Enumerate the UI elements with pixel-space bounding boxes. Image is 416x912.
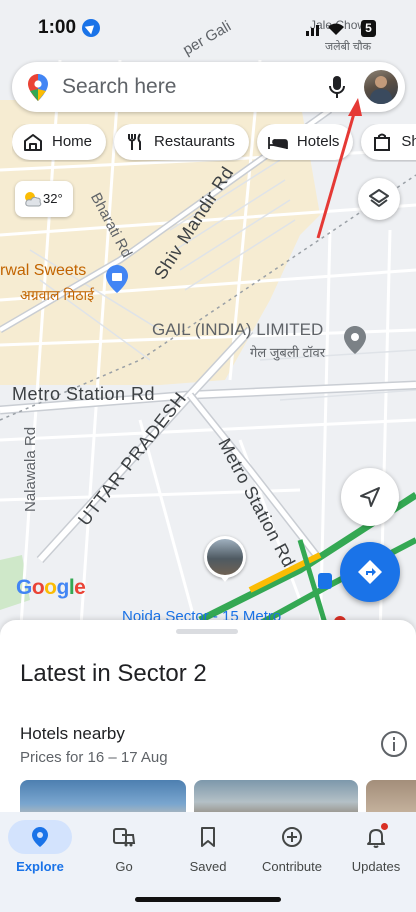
chip-hotels[interactable]: Hotels (256, 124, 354, 160)
home-indicator (135, 897, 281, 902)
google-maps-pin-icon (28, 74, 48, 101)
signal-wifi-icon (306, 23, 344, 36)
nav-saved[interactable]: Saved (168, 820, 248, 880)
account-avatar[interactable] (364, 70, 398, 104)
nav-explore[interactable]: Explore (0, 820, 80, 880)
nav-label: Explore (16, 859, 64, 874)
map-label-gail[interactable]: GAIL (INDIA) LIMITED (152, 320, 323, 340)
google-logo: Google (16, 576, 86, 599)
explore-pin-icon (32, 827, 48, 847)
home-icon (24, 134, 42, 151)
location-services-icon (82, 19, 100, 37)
nav-label: Saved (189, 859, 227, 874)
microphone-icon[interactable] (328, 75, 346, 99)
chip-home[interactable]: Home (12, 124, 107, 160)
weather-chip[interactable]: 32° (15, 181, 73, 217)
map-label-sweets-hindi: अग्रवाल मिठाई (20, 287, 95, 303)
commute-icon (113, 828, 136, 847)
weather-temp: 32° (43, 191, 63, 206)
layers-button[interactable] (358, 178, 400, 220)
partly-cloudy-icon (25, 192, 42, 207)
search-bar[interactable]: Search here (12, 62, 405, 112)
status-time: 1:00 (38, 17, 77, 38)
chip-restaurants[interactable]: Restaurants (114, 124, 249, 160)
info-icon[interactable] (381, 731, 407, 757)
nav-contribute-icon-wrap (260, 820, 324, 854)
photo-marker[interactable] (204, 536, 246, 582)
bed-icon (267, 137, 288, 149)
chip-label: Hotels (296, 133, 340, 150)
add-circle-icon (282, 827, 302, 847)
nav-explore-icon-wrap (8, 820, 72, 854)
layers-icon (369, 189, 389, 207)
hotels-nearby-dates: Prices for 16 – 17 Aug (20, 749, 168, 766)
hotels-nearby-title[interactable]: Hotels nearby (20, 724, 125, 744)
nav-saved-icon-wrap (176, 820, 240, 854)
map-label-sweets[interactable]: rwal Sweets (0, 262, 86, 280)
directions-button[interactable] (340, 542, 400, 602)
chip-shopping[interactable]: Shopping (361, 124, 416, 160)
battery-icon: 5 (361, 20, 376, 37)
map-label-metro-station-rd: Metro Station Rd (12, 384, 156, 404)
map-label-nalawala-rd: Nalawala Rd (22, 426, 39, 512)
nav-updates[interactable]: Updates (336, 820, 416, 880)
nav-label: Updates (351, 859, 401, 874)
my-location-button[interactable] (341, 468, 399, 526)
status-bar: 1:00 Jale Chowk 5 जलेबी चौक (0, 0, 416, 56)
nav-label: Go (115, 859, 133, 874)
map-label-gail-hindi: गेल जुबली टॉवर (250, 345, 326, 360)
sheet-drag-handle[interactable] (176, 629, 238, 634)
shopping-bag-icon (374, 133, 391, 151)
chip-label: Restaurants (154, 133, 235, 150)
fork-knife-icon (128, 133, 142, 150)
nav-updates-icon-wrap (344, 820, 408, 854)
sheet-title: Latest in Sector 2 (20, 660, 207, 687)
chip-label: Home (52, 133, 93, 150)
nav-contribute[interactable]: Contribute (252, 820, 332, 880)
directions-icon (358, 560, 382, 584)
notification-dot (381, 823, 388, 830)
map-label-area-hindi: जलेबी चौक (325, 41, 372, 53)
navigation-arrow-icon (360, 487, 380, 507)
bookmark-icon (201, 827, 215, 847)
place-pin-icon[interactable] (344, 326, 366, 354)
shopping-pin-icon[interactable] (106, 265, 128, 293)
nav-go[interactable]: Go (84, 820, 164, 880)
search-input[interactable]: Search here (62, 75, 176, 99)
category-chips: Home Restaurants Hotels Shopping (12, 124, 416, 162)
nav-label: Contribute (262, 859, 322, 874)
nav-go-icon-wrap (92, 820, 156, 854)
chip-label: Shopping (401, 133, 416, 150)
